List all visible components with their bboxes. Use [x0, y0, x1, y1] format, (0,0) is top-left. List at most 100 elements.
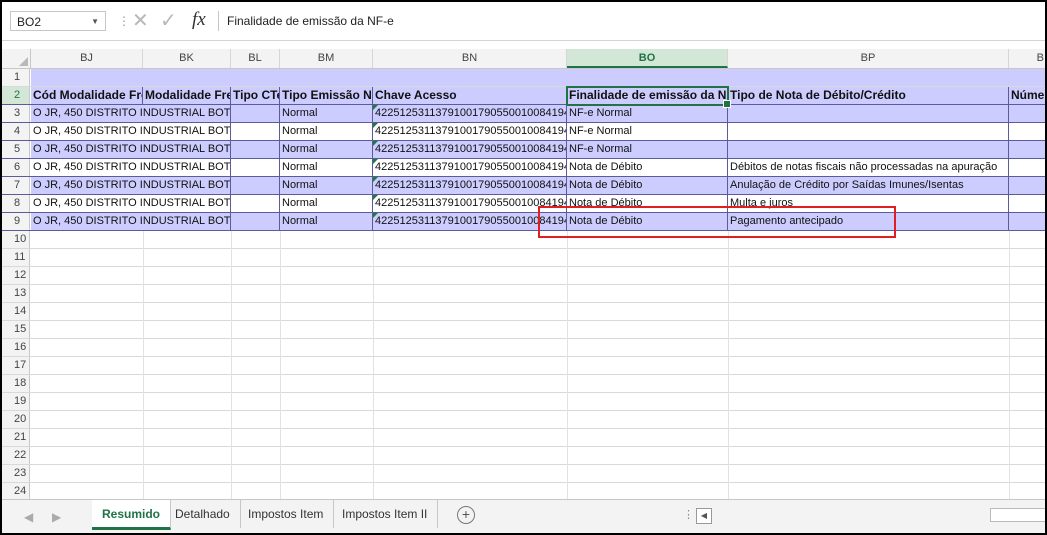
row-number[interactable]: 21 [2, 429, 30, 446]
tab-resumido[interactable]: Resumido [92, 500, 172, 530]
column-header-bo[interactable]: BO [567, 49, 728, 68]
row-number[interactable]: 24 [2, 483, 30, 499]
header-cell-bl[interactable]: Tipo CTe [231, 87, 280, 104]
cell-bn[interactable]: 42251253113791001790550010084194 [373, 159, 567, 176]
cell-bn[interactable]: 42251253113791001790550010084194 [373, 123, 567, 140]
column-header-bk[interactable]: BK [143, 49, 231, 68]
header-cell-bk[interactable]: Modalidade Frete [143, 87, 231, 104]
cell-bp[interactable]: Multa e juros [728, 195, 1009, 212]
cell-bl[interactable] [231, 177, 280, 194]
row-number[interactable]: 9 [2, 213, 30, 230]
cell-bl[interactable] [231, 141, 280, 158]
formula-input[interactable]: Finalidade de emissão da NF-e [218, 11, 1045, 31]
cell-bo[interactable]: Nota de Débito [567, 195, 728, 212]
cell-bj[interactable]: O JR, 450 DISTRITO INDUSTRIAL BOTUCATU [31, 105, 231, 122]
cell-bo[interactable]: NF-e Normal [567, 105, 728, 122]
tab-impostos-item[interactable]: Impostos Item [238, 500, 335, 528]
cell-next[interactable] [1009, 141, 1045, 158]
row-number[interactable]: 2 [2, 87, 30, 104]
cell-next[interactable] [1009, 213, 1045, 230]
row-number[interactable]: 6 [2, 159, 30, 176]
row-number[interactable]: 7 [2, 177, 30, 194]
cell-bp[interactable] [728, 105, 1009, 122]
cell-bn[interactable]: 42251253113791001790550010084194 [373, 105, 567, 122]
cell-next[interactable] [1009, 159, 1045, 176]
header-cell-bj[interactable]: Cód Modalidade Fre [31, 87, 143, 104]
row-number[interactable]: 19 [2, 393, 30, 410]
cell-bl[interactable] [231, 105, 280, 122]
cell-bm[interactable]: Normal [280, 123, 373, 140]
header-cell-bo[interactable]: Finalidade de emissão da NF-e [567, 87, 728, 104]
cell-bo[interactable]: Nota de Débito [567, 159, 728, 176]
cell-bl[interactable] [231, 123, 280, 140]
header-cell-bm[interactable]: Tipo Emissão NF-e [280, 87, 373, 104]
cell-bm[interactable]: Normal [280, 177, 373, 194]
header-cell-bp[interactable]: Tipo de Nota de Débito/Crédito [728, 87, 1009, 104]
cell-bj[interactable]: O JR, 450 DISTRITO INDUSTRIAL BOTUCATU [31, 195, 231, 212]
cell-bo[interactable]: NF-e Normal [567, 141, 728, 158]
row-number[interactable]: 16 [2, 339, 30, 356]
row-number[interactable]: 20 [2, 411, 30, 428]
cell-bp[interactable]: Pagamento antecipado [728, 213, 1009, 230]
row-number[interactable]: 8 [2, 195, 30, 212]
splitter-grip-icon[interactable]: ⋮ [683, 508, 694, 521]
row-number[interactable]: 15 [2, 321, 30, 338]
cell-bp[interactable]: Anulação de Crédito por Saídas Imunes/Is… [728, 177, 1009, 194]
fx-insert-function-icon[interactable]: fx [192, 9, 206, 31]
chevron-down-icon[interactable]: ▼ [91, 12, 99, 32]
cell-bj[interactable]: O JR, 450 DISTRITO INDUSTRIAL BOTUCATU [31, 177, 231, 194]
cell[interactable] [31, 69, 1045, 86]
cell-bj[interactable]: O JR, 450 DISTRITO INDUSTRIAL BOTUCATU [31, 213, 231, 230]
cell-bp[interactable] [728, 123, 1009, 140]
tab-detalhado[interactable]: Detalhado [165, 500, 241, 528]
cell-next[interactable] [1009, 195, 1045, 212]
cancel-x-icon[interactable]: ✕ [132, 8, 149, 33]
cell-bl[interactable] [231, 213, 280, 230]
column-header-bj[interactable]: BJ [31, 49, 143, 68]
add-sheet-icon[interactable]: + [457, 506, 475, 524]
cell-bm[interactable]: Normal [280, 195, 373, 212]
cell-bl[interactable] [231, 159, 280, 176]
cell-next[interactable] [1009, 105, 1045, 122]
cell-bm[interactable]: Normal [280, 105, 373, 122]
row-number[interactable]: 13 [2, 285, 30, 302]
cell-bl[interactable] [231, 195, 280, 212]
cell-bn[interactable]: 42251253113791001790550010084194 [373, 141, 567, 158]
cell-bm[interactable]: Normal [280, 159, 373, 176]
column-header-bm[interactable]: BM [280, 49, 373, 68]
column-header-bl[interactable]: BL [231, 49, 280, 68]
cell-bp[interactable]: Débitos de notas fiscais não processadas… [728, 159, 1009, 176]
cell-bp[interactable] [728, 141, 1009, 158]
row-number[interactable]: 12 [2, 267, 30, 284]
name-box[interactable]: BO2 ▼ [10, 11, 106, 31]
cell-next[interactable] [1009, 177, 1045, 194]
row-number[interactable]: 5 [2, 141, 30, 158]
cell-bn[interactable]: 42251253113791001790550010084194 [373, 177, 567, 194]
tab-scroll-left-icon[interactable]: ◀ [24, 510, 33, 524]
cell-bm[interactable]: Normal [280, 141, 373, 158]
cell-bj[interactable]: O JR, 450 DISTRITO INDUSTRIAL BOTUCATU [31, 141, 231, 158]
row-number[interactable]: 1 [2, 69, 30, 86]
tab-impostos-item-ii[interactable]: Impostos Item II [332, 500, 439, 528]
scroll-left-icon[interactable]: ◀ [696, 508, 712, 524]
column-header-next[interactable]: B [1009, 49, 1045, 68]
column-header-bn[interactable]: BN [373, 49, 567, 68]
header-cell-bn[interactable]: Chave Acesso [373, 87, 567, 104]
row-number[interactable]: 4 [2, 123, 30, 140]
cell-bm[interactable]: Normal [280, 213, 373, 230]
cell-bn[interactable]: 42251253113791001790550010084194 [373, 195, 567, 212]
row-number[interactable]: 22 [2, 447, 30, 464]
header-cell-next[interactable]: Núme [1009, 87, 1045, 104]
cell-bo[interactable]: Nota de Débito [567, 177, 728, 194]
cell-bo[interactable]: NF-e Normal [567, 123, 728, 140]
checkmark-icon[interactable]: ✓ [160, 8, 177, 33]
row-number[interactable]: 17 [2, 357, 30, 374]
cell-bj[interactable]: O JR, 450 DISTRITO INDUSTRIAL BOTUCATU [31, 123, 231, 140]
tab-scroll-right-icon[interactable]: ▶ [52, 510, 61, 524]
row-number[interactable]: 23 [2, 465, 30, 482]
cell-bn[interactable]: 42251253113791001790550010084194 [373, 213, 567, 230]
column-header-bp[interactable]: BP [728, 49, 1009, 68]
row-number[interactable]: 11 [2, 249, 30, 266]
cell-bj[interactable]: O JR, 450 DISTRITO INDUSTRIAL BOTUCATU [31, 159, 231, 176]
cell-next[interactable] [1009, 123, 1045, 140]
